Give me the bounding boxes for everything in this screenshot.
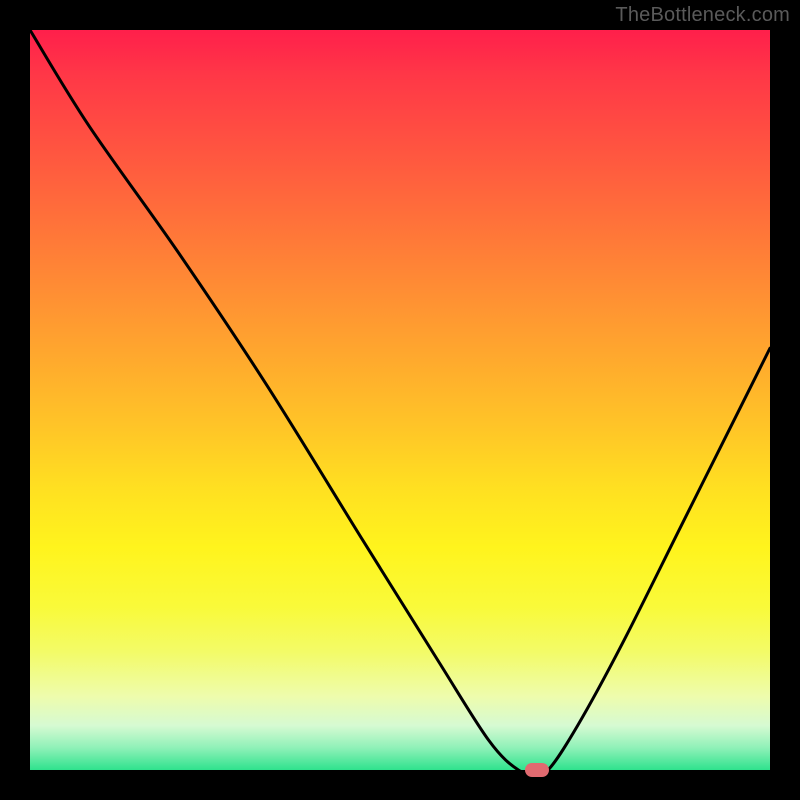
chart-svg xyxy=(30,30,770,770)
chart-container: TheBottleneck.com xyxy=(0,0,800,800)
watermark-text: TheBottleneck.com xyxy=(615,4,790,27)
plot-area xyxy=(30,30,770,770)
optimal-marker xyxy=(525,763,549,777)
bottleneck-curve xyxy=(30,30,770,770)
